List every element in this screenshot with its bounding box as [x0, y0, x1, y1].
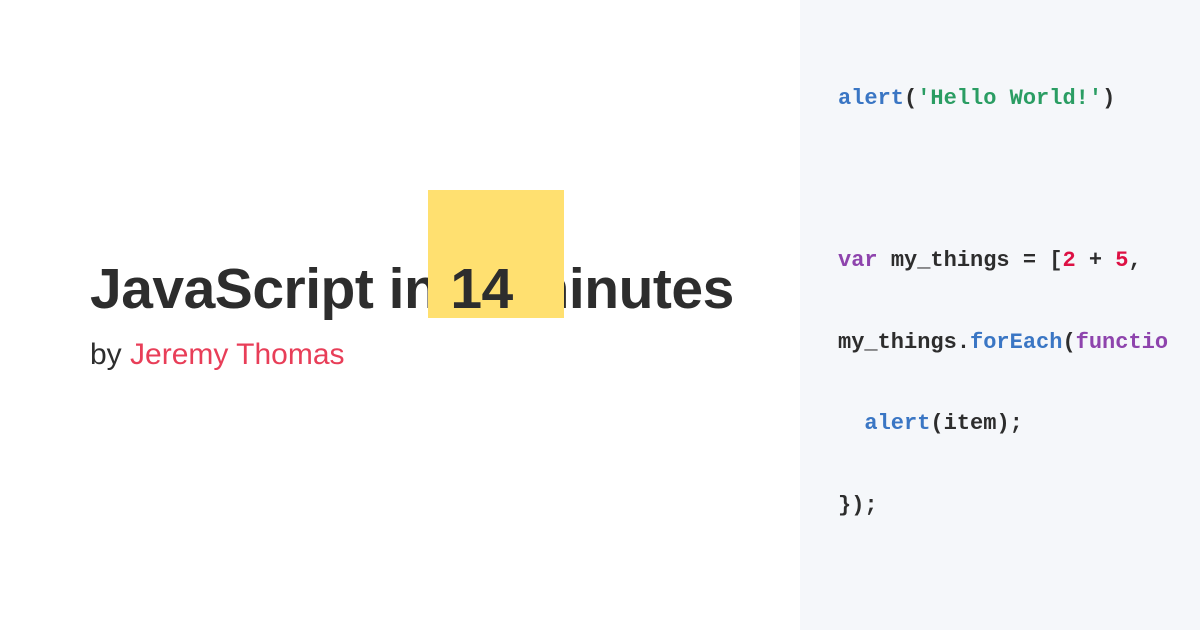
- page-title: JavaScript in 14 minutes: [90, 258, 800, 321]
- subtitle: by Jeremy Thomas: [90, 338, 800, 372]
- code-blank: [838, 160, 1200, 201]
- code-blank: [838, 567, 1200, 608]
- title-pre: JavaScript in: [90, 258, 438, 321]
- code-line: });: [838, 486, 1200, 527]
- title-number: 14: [450, 257, 512, 321]
- code-line: var my_things = [2 + 5,: [838, 241, 1200, 282]
- code-pane: alert('Hello World!') var my_things = [2…: [800, 0, 1200, 630]
- subtitle-by: by: [90, 338, 130, 371]
- code-line: alert('Hello World!'): [838, 79, 1200, 120]
- code-line: alert(item);: [838, 404, 1200, 445]
- code-line: my_things.forEach(functio: [838, 323, 1200, 364]
- title-pane: JavaScript in 14 minutes by Jeremy Thoma…: [0, 0, 800, 630]
- title-number-highlight: 14: [450, 258, 512, 321]
- author-link[interactable]: Jeremy Thomas: [130, 338, 345, 371]
